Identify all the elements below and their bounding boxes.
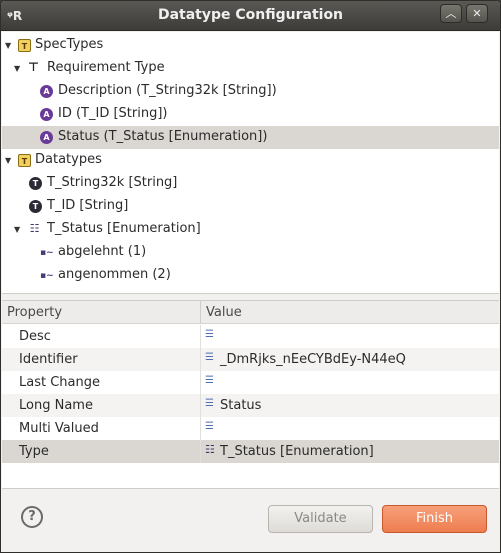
property-row-multi-valued[interactable]: Multi Valued ☰ [2, 417, 499, 440]
question-mark-icon: ? [28, 509, 36, 524]
tree-item-requirement-type[interactable]: ▼ ⊤ Requirement Type [2, 57, 499, 80]
title-bar: ᵠR Datatype Configuration ︿ ✕ [1, 1, 500, 31]
tree-item-t-id[interactable]: T T_ID [String] [2, 195, 499, 218]
maximize-button[interactable]: ︿ [440, 4, 462, 23]
property-table-header: Property Value [2, 301, 499, 324]
tree-item-id[interactable]: A ID (T_ID [String]) [2, 103, 499, 126]
column-divider[interactable] [200, 301, 201, 324]
tree-item-t-string32k[interactable]: T T_String32k [String] [2, 172, 499, 195]
tree-item-label: Datatypes [35, 152, 102, 167]
close-button[interactable]: ✕ [466, 4, 488, 23]
column-header-property[interactable]: Property [7, 305, 62, 320]
text-value-icon: ☰ [205, 375, 214, 386]
datatype-icon: T [29, 200, 42, 213]
column-divider [200, 348, 201, 371]
tree-item-datatypes[interactable]: ▼ T Datatypes [2, 149, 499, 172]
help-button[interactable]: ? [21, 506, 43, 528]
tree-item-description[interactable]: A Description (T_String32k [String]) [2, 80, 499, 103]
tree-item-label: angenommen (2) [58, 267, 171, 282]
spec-type-icon: ⊤ [28, 60, 39, 74]
enumeration-icon: ☷ [29, 222, 40, 235]
tree-item-label: ID (T_ID [String]) [58, 106, 168, 121]
enumeration-icon: ☷ [205, 443, 215, 456]
property-row-desc[interactable]: Desc ☰ [2, 325, 499, 348]
tree-item-label: Description (T_String32k [String]) [58, 83, 277, 98]
chevron-up-icon: ︿ [445, 7, 457, 20]
tree-item-t-status[interactable]: ▼ ☷ T_Status [Enumeration] [2, 218, 499, 241]
column-divider [200, 440, 201, 463]
property-value[interactable]: Status [220, 398, 261, 413]
tree-item-abgelehnt[interactable]: ▪~ abgelehnt (1) [2, 241, 499, 264]
datatype-tree[interactable]: ▼ T SpecTypes ▼ ⊤ Requirement Type A Des… [2, 32, 499, 294]
property-key: Last Change [19, 375, 100, 390]
property-key: Identifier [19, 352, 78, 367]
property-row-identifier[interactable]: Identifier ☰ _DmRjks_nEeCYBdEy-N44eQ [2, 348, 499, 371]
tree-item-label: T_Status [Enumeration] [47, 221, 201, 236]
text-value-icon: ☰ [205, 352, 214, 363]
enum-value-icon: ▪~ [40, 248, 54, 258]
attribute-icon: A [40, 85, 53, 98]
tree-item-label: Requirement Type [47, 60, 165, 75]
expand-arrow-icon[interactable]: ▼ [5, 156, 15, 166]
dialog-title: Datatype Configuration [157, 7, 344, 23]
text-value-icon: ☰ [205, 398, 214, 409]
expand-arrow-icon[interactable]: ▼ [5, 41, 15, 51]
expand-arrow-icon[interactable]: ▼ [14, 64, 24, 74]
property-key: Type [19, 444, 49, 459]
property-table: Property Value Desc ☰ Identifier ☰ _DmRj… [2, 300, 499, 489]
finish-button[interactable]: Finish [382, 505, 487, 533]
property-row-type[interactable]: Type ☷ T_Status [Enumeration] [2, 440, 499, 463]
tree-item-angenommen[interactable]: ▪~ angenommen (2) [2, 264, 499, 287]
attribute-icon: A [40, 108, 53, 121]
property-row-long-name[interactable]: Long Name ☰ Status [2, 394, 499, 417]
property-value[interactable]: _DmRjks_nEeCYBdEy-N44eQ [220, 352, 406, 367]
validate-button[interactable]: Validate [268, 505, 373, 533]
package-icon: T [18, 154, 31, 167]
tree-item-label: abgelehnt (1) [58, 244, 147, 259]
datatype-configuration-dialog: ᵠR Datatype Configuration ︿ ✕ ▼ T SpecTy… [0, 0, 501, 553]
property-row-last-change[interactable]: Last Change ☰ [2, 371, 499, 394]
tree-item-label: T_String32k [String] [47, 175, 178, 190]
enum-value-icon: ▪~ [40, 271, 54, 281]
column-divider [200, 325, 201, 348]
attribute-icon: A [40, 131, 53, 144]
property-key: Desc [19, 329, 51, 344]
package-icon: T [18, 39, 31, 52]
tree-item-spectypes[interactable]: ▼ T SpecTypes [2, 34, 499, 57]
column-header-value[interactable]: Value [206, 305, 242, 320]
tree-item-label: SpecTypes [35, 37, 104, 52]
datatype-icon: T [29, 177, 42, 190]
column-divider [200, 394, 201, 417]
close-icon: ✕ [472, 7, 482, 20]
text-value-icon: ☰ [205, 421, 214, 432]
tree-item-status[interactable]: A Status (T_Status [Enumeration]) [2, 126, 499, 149]
expand-arrow-icon[interactable]: ▼ [14, 225, 24, 235]
property-value[interactable]: T_Status [Enumeration] [220, 444, 374, 459]
property-key: Multi Valued [19, 421, 99, 436]
column-divider [200, 371, 201, 394]
tree-item-label: T_ID [String] [47, 198, 129, 213]
property-key: Long Name [19, 398, 93, 413]
tree-item-label: Status (T_Status [Enumeration]) [58, 129, 268, 144]
text-value-icon: ☰ [205, 329, 214, 340]
column-divider [200, 417, 201, 440]
